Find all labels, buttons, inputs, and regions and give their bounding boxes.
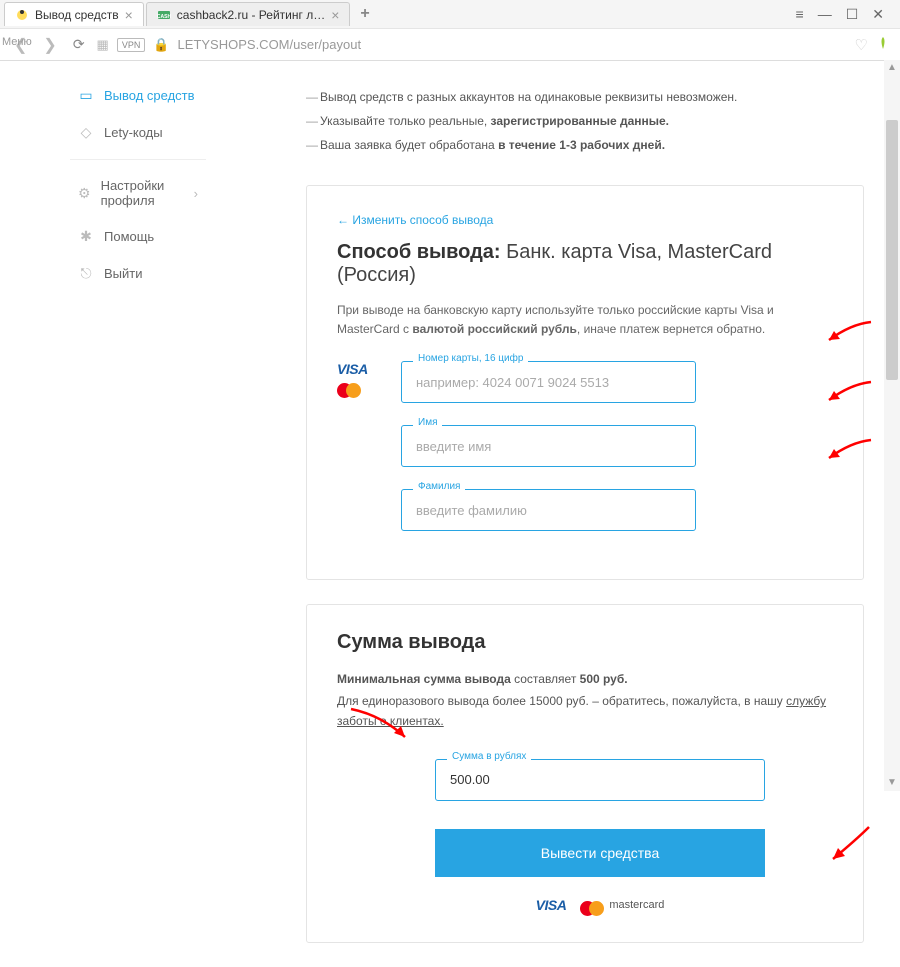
divider — [70, 159, 206, 160]
main-content: Вывод средств с разных аккаунтов на один… — [206, 67, 900, 967]
browser-tab[interactable]: CASH cashback2.ru - Рейтинг л… × — [146, 2, 351, 26]
maximize-icon[interactable]: ☐ — [846, 6, 859, 23]
last-name-input[interactable] — [401, 489, 696, 531]
menu-icon[interactable]: ≡ — [796, 6, 804, 23]
notice-item: Вывод средств с разных аккаунтов на один… — [306, 85, 864, 109]
field-label: Сумма в рублях — [447, 751, 531, 762]
scroll-down-icon[interactable]: ▼ — [884, 775, 900, 791]
last-name-field: Фамилия — [401, 489, 833, 531]
sidebar-item-label: Вывод средств — [104, 88, 195, 103]
page-content: ▭ Вывод средств ◇ Lety-коды ⚙ Настройки … — [0, 67, 900, 967]
tab-favicon-icon — [15, 8, 29, 22]
field-label: Фамилия — [413, 481, 465, 492]
help-icon: ✱ — [78, 228, 94, 245]
gear-icon: ⚙ — [78, 185, 91, 202]
sidebar-item-label: Настройки профиля — [101, 178, 184, 208]
tab-title: Вывод средств — [35, 8, 119, 22]
browser-chrome: Вывод средств × CASH cashback2.ru - Рейт… — [0, 0, 900, 61]
mastercard-logo-icon — [337, 383, 383, 398]
sidebar-item-payout[interactable]: ▭ Вывод средств — [70, 77, 206, 114]
grid-icon[interactable]: ▦ — [97, 37, 109, 53]
amount-input[interactable] — [435, 759, 765, 801]
annotation-arrow-icon — [821, 823, 873, 865]
sidebar-item-codes[interactable]: ◇ Lety-коды — [70, 114, 206, 151]
card-brand-logos: VISA — [337, 361, 383, 398]
leaf-icon[interactable] — [876, 36, 890, 54]
visa-logo-icon: VISA — [536, 897, 567, 913]
annotation-arrow-icon — [821, 318, 873, 348]
heart-icon[interactable]: ♡ — [855, 36, 868, 54]
tab-bar: Вывод средств × CASH cashback2.ru - Рейт… — [0, 0, 900, 28]
minimize-icon[interactable]: — — [818, 6, 832, 23]
card-number-input[interactable] — [401, 361, 696, 403]
sidebar-item-label: Помощь — [104, 229, 154, 244]
menu-label: Меню — [2, 36, 32, 48]
svg-text:CASH: CASH — [157, 14, 171, 20]
amount-card: Сумма вывода Минимальная сумма вывода со… — [306, 604, 864, 942]
card-number-field: Номер карты, 16 цифр — [401, 361, 833, 403]
url-field[interactable]: LETYSHOPS.COM/user/payout — [178, 37, 847, 52]
payment-logos: VISA mastercard — [435, 895, 765, 916]
lock-icon: 🔒 — [153, 37, 169, 53]
field-label: Номер карты, 16 цифр — [413, 353, 528, 364]
notice-list: Вывод средств с разных аккаунтов на один… — [306, 85, 864, 157]
chevron-right-icon: › — [194, 186, 198, 201]
sidebar-item-label: Lety-коды — [104, 125, 163, 140]
payout-method-card: ← Изменить способ вывода Способ вывода: … — [306, 185, 864, 580]
notice-item: Ваша заявка будет обработана в течение 1… — [306, 133, 864, 157]
notice-item: Указывайте только реальные, зарегистриро… — [306, 109, 864, 133]
method-description: При выводе на банковскую карту используй… — [337, 301, 833, 339]
sidebar-item-label: Выйти — [104, 266, 143, 281]
sidebar: ▭ Вывод средств ◇ Lety-коды ⚙ Настройки … — [0, 67, 206, 967]
scrollbar-thumb[interactable] — [886, 120, 898, 380]
forward-icon[interactable]: ❯ — [39, 35, 60, 55]
vpn-badge[interactable]: VPN — [117, 38, 146, 52]
reload-icon[interactable]: ⟳ — [69, 36, 89, 53]
change-method-link[interactable]: ← Изменить способ вывода — [337, 213, 493, 227]
field-label: Имя — [413, 417, 442, 428]
withdraw-button[interactable]: Вывести средства — [435, 829, 765, 877]
tag-icon: ◇ — [78, 124, 94, 141]
address-bar: ❮ ❯ ⟳ ▦ VPN 🔒 LETYSHOPS.COM/user/payout … — [0, 28, 900, 60]
scroll-up-icon[interactable]: ▲ — [884, 60, 900, 76]
visa-logo-icon: VISA — [337, 361, 383, 377]
close-window-icon[interactable]: ✕ — [872, 6, 884, 23]
sidebar-item-settings[interactable]: ⚙ Настройки профиля › — [70, 168, 206, 218]
amount-field: Сумма в рублях — [435, 759, 833, 801]
mastercard-label: mastercard — [609, 899, 664, 911]
mastercard-logo-icon — [580, 901, 604, 916]
first-name-field: Имя — [401, 425, 833, 467]
annotation-arrow-icon — [821, 436, 873, 466]
annotation-arrow-icon — [347, 705, 417, 745]
browser-tab-active[interactable]: Вывод средств × — [4, 2, 144, 26]
tab-title: cashback2.ru - Рейтинг л… — [177, 8, 325, 22]
vertical-scrollbar[interactable]: ▲ ▼ — [884, 60, 900, 791]
method-title: Способ вывода: Банк. карта Visa, MasterC… — [337, 241, 833, 287]
minimum-text: Минимальная сумма вывода составляет 500 … — [337, 672, 833, 686]
exit-icon: ⎋ — [78, 265, 94, 282]
sidebar-item-logout[interactable]: ⎋ Выйти — [70, 255, 206, 292]
close-icon[interactable]: × — [125, 7, 133, 23]
amount-title: Сумма вывода — [337, 631, 833, 654]
sidebar-item-help[interactable]: ✱ Помощь — [70, 218, 206, 255]
new-tab-button[interactable]: + — [352, 5, 377, 23]
close-icon[interactable]: × — [331, 7, 339, 23]
tab-favicon-icon: CASH — [157, 8, 171, 22]
first-name-input[interactable] — [401, 425, 696, 467]
wallet-icon: ▭ — [78, 87, 94, 104]
annotation-arrow-icon — [821, 378, 873, 408]
